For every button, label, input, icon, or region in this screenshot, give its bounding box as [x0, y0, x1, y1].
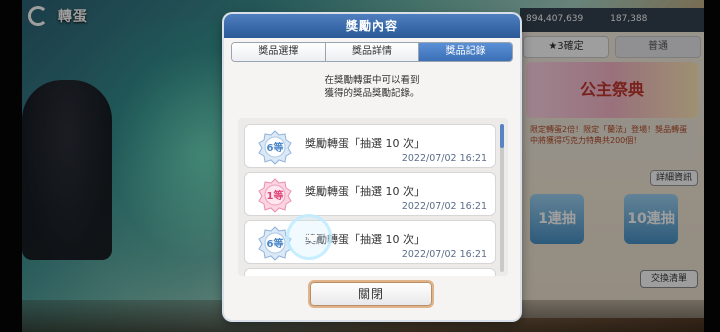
record-date: 2022/07/02 16:21	[401, 153, 487, 164]
record-date: 2022/07/02 16:21	[401, 249, 487, 260]
scrollbar-thumb[interactable]	[500, 124, 504, 148]
record-date: 2022/07/02 16:21	[401, 201, 487, 212]
records-list[interactable]: 6等 獎勵轉蛋「抽選 10 次」 2022/07/02 16:21 1等 獎勵轉…	[238, 118, 508, 276]
close-button[interactable]: 關閉	[308, 280, 434, 308]
touch-indicator	[286, 214, 332, 260]
intro-line-1: 在獎勵轉蛋中可以看到	[324, 75, 420, 86]
tab-prize-selection[interactable]: 獎品選擇	[232, 43, 326, 61]
touch-arrow-icon	[305, 235, 319, 243]
medal-label: 6等	[267, 141, 284, 154]
records-scrollbar[interactable]	[500, 124, 504, 272]
intro-line-2: 獲得的獎品獎勵記錄。	[324, 88, 420, 99]
dialog-tabs: 獎品選擇 獎品詳情 獎品記錄	[231, 42, 513, 62]
rank-1-medal-icon: 1等	[258, 178, 292, 213]
record-name: 獎勵轉蛋「抽選 10 次」	[305, 137, 425, 150]
rank-6-medal-icon: 6等	[258, 130, 292, 165]
tab-prize-details[interactable]: 獎品詳情	[325, 43, 420, 61]
medal-label: 6等	[267, 237, 284, 250]
reward-content-dialog: 獎勵內容 獎品選擇 獎品詳情 獎品記錄 在獎勵轉蛋中可以看到 獲得的獎品獎勵記錄…	[224, 14, 520, 320]
record-row-partial	[244, 268, 496, 276]
record-row: 1等 獎勵轉蛋「抽選 10 次」 2022/07/02 16:21	[244, 172, 496, 216]
medal-label: 1等	[267, 189, 284, 202]
records-intro: 在獎勵轉蛋中可以看到 獲得的獎品獎勵記錄。	[224, 74, 520, 100]
record-row: 6等 獎勵轉蛋「抽選 10 次」 2022/07/02 16:21	[244, 124, 496, 168]
dialog-title: 獎勵內容	[224, 14, 520, 38]
record-row: 6等 獎勵轉蛋「抽選 10 次」 2022/07/02 16:21	[244, 220, 496, 264]
record-name: 獎勵轉蛋「抽選 10 次」	[305, 185, 425, 198]
tab-prize-records[interactable]: 獎品記錄	[419, 43, 512, 61]
